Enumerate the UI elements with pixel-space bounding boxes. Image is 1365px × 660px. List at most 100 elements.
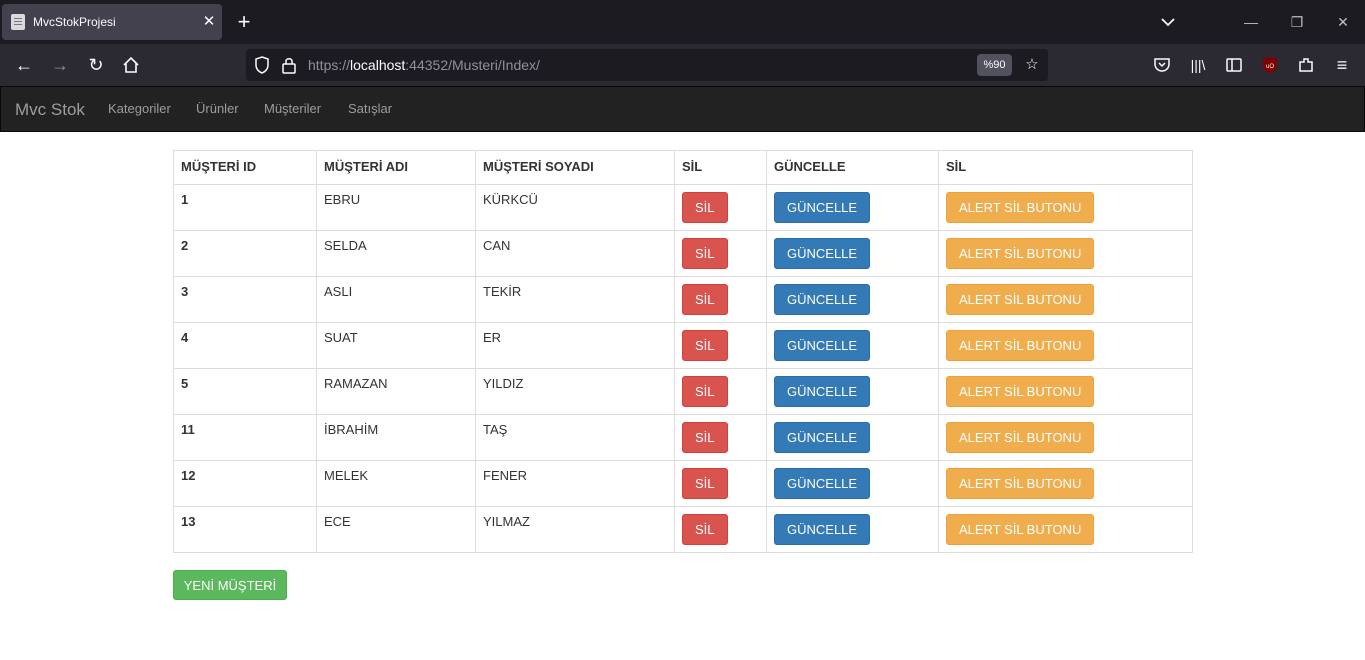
customer-id-cell: 12 bbox=[173, 460, 317, 507]
alert-delete-button[interactable]: ALERT SİL BUTONU bbox=[946, 192, 1095, 223]
update-cell: GÜNCELLE bbox=[766, 414, 939, 461]
customer-surname-cell: CAN bbox=[475, 230, 675, 277]
tracking-protection-icon[interactable] bbox=[252, 54, 272, 76]
customer-id-cell: 4 bbox=[173, 322, 317, 369]
table-row: 4 SUAT ER SİL GÜNCELLE ALERT SİL BUTONU bbox=[173, 322, 1193, 369]
new-tab-icon[interactable]: + bbox=[233, 10, 255, 34]
forward-icon[interactable]: → bbox=[49, 54, 71, 76]
alert-delete-button[interactable]: ALERT SİL BUTONU bbox=[946, 284, 1095, 315]
alert-delete-cell: ALERT SİL BUTONU bbox=[938, 414, 1193, 461]
close-window-icon[interactable]: ✕ bbox=[1333, 12, 1353, 32]
update-button[interactable]: GÜNCELLE bbox=[774, 468, 871, 499]
update-button[interactable]: GÜNCELLE bbox=[774, 376, 871, 407]
delete-button[interactable]: SİL bbox=[682, 514, 728, 545]
update-button[interactable]: GÜNCELLE bbox=[774, 422, 871, 453]
customer-id-cell: 2 bbox=[173, 230, 317, 277]
library-icon[interactable]: |||\ bbox=[1187, 54, 1209, 76]
zoom-level-badge[interactable]: %90 bbox=[977, 54, 1012, 76]
nav-link-urunler[interactable]: Ürünler bbox=[196, 101, 239, 116]
customer-surname-cell: KÜRKCÜ bbox=[475, 184, 675, 231]
alert-delete-cell: ALERT SİL BUTONU bbox=[938, 460, 1193, 507]
customer-name-cell: SUAT bbox=[316, 322, 476, 369]
alert-delete-cell: ALERT SİL BUTONU bbox=[938, 368, 1193, 415]
column-header-alert-delete: SİL bbox=[938, 150, 1193, 185]
customer-surname-cell: YILDIZ bbox=[475, 368, 675, 415]
customer-id-cell: 13 bbox=[173, 506, 317, 553]
list-all-tabs-icon[interactable] bbox=[1158, 12, 1178, 32]
table-row: 13 ECE YILMAZ SİL GÜNCELLE ALERT SİL BUTONU bbox=[173, 506, 1193, 553]
reload-icon[interactable]: ↻ bbox=[85, 54, 107, 76]
delete-button[interactable]: SİL bbox=[682, 192, 728, 223]
update-button[interactable]: GÜNCELLE bbox=[774, 238, 871, 269]
update-button[interactable]: GÜNCELLE bbox=[774, 284, 871, 315]
update-button[interactable]: GÜNCELLE bbox=[774, 192, 871, 223]
customer-surname-cell: YILMAZ bbox=[475, 506, 675, 553]
delete-cell: SİL bbox=[674, 506, 767, 553]
tab-title: MvcStokProjesi bbox=[33, 15, 116, 29]
alert-delete-cell: ALERT SİL BUTONU bbox=[938, 184, 1193, 231]
sidebar-icon[interactable] bbox=[1223, 54, 1245, 76]
delete-cell: SİL bbox=[674, 414, 767, 461]
address-bar[interactable]: https://localhost:44352/Musteri/Index/ %… bbox=[246, 49, 1048, 81]
table-header-row: MÜŞTERİ ID MÜŞTERİ ADI MÜŞTERİ SOYADI Sİ… bbox=[173, 150, 1193, 185]
home-icon[interactable] bbox=[120, 54, 142, 76]
delete-button[interactable]: SİL bbox=[682, 238, 728, 269]
delete-cell: SİL bbox=[674, 230, 767, 277]
ublock-origin-icon[interactable]: uO bbox=[1259, 54, 1281, 76]
update-button[interactable]: GÜNCELLE bbox=[774, 330, 871, 361]
minimize-window-icon[interactable]: — bbox=[1241, 12, 1261, 32]
new-customer-button[interactable]: YENİ MÜŞTERİ bbox=[173, 570, 287, 600]
delete-cell: SİL bbox=[674, 460, 767, 507]
column-header-surname: MÜŞTERİ SOYADI bbox=[475, 150, 675, 185]
nav-link-kategoriler[interactable]: Kategoriler bbox=[108, 101, 171, 116]
site-navbar: Mvc Stok Kategoriler Ürünler Müşteriler … bbox=[0, 86, 1365, 132]
column-header-name: MÜŞTERİ ADI bbox=[316, 150, 476, 185]
alert-delete-button[interactable]: ALERT SİL BUTONU bbox=[946, 376, 1095, 407]
bookmark-star-icon[interactable]: ☆ bbox=[1022, 54, 1042, 76]
site-brand[interactable]: Mvc Stok bbox=[15, 100, 85, 120]
close-tab-icon[interactable]: ✕ bbox=[201, 12, 217, 32]
customer-surname-cell: FENER bbox=[475, 460, 675, 507]
table-row: 3 ASLI TEKİR SİL GÜNCELLE ALERT SİL BUTONU bbox=[173, 276, 1193, 323]
delete-button[interactable]: SİL bbox=[682, 284, 728, 315]
update-cell: GÜNCELLE bbox=[766, 368, 939, 415]
column-header-update: GÜNCELLE bbox=[766, 150, 939, 185]
back-icon[interactable]: ← bbox=[13, 54, 35, 76]
delete-button[interactable]: SİL bbox=[682, 468, 728, 499]
alert-delete-button[interactable]: ALERT SİL BUTONU bbox=[946, 330, 1095, 361]
browser-tab[interactable]: MvcStokProjesi ✕ bbox=[2, 4, 222, 40]
update-cell: GÜNCELLE bbox=[766, 276, 939, 323]
update-button[interactable]: GÜNCELLE bbox=[774, 514, 871, 545]
svg-text:uO: uO bbox=[1266, 64, 1274, 70]
url-text: https://localhost:44352/Musteri/Index/ bbox=[308, 57, 540, 73]
alert-delete-cell: ALERT SİL BUTONU bbox=[938, 276, 1193, 323]
pocket-icon[interactable] bbox=[1151, 54, 1173, 76]
alert-delete-button[interactable]: ALERT SİL BUTONU bbox=[946, 238, 1095, 269]
nav-link-musteriler[interactable]: Müşteriler bbox=[264, 101, 321, 116]
delete-button[interactable]: SİL bbox=[682, 422, 728, 453]
lock-warning-icon[interactable] bbox=[279, 54, 299, 76]
customer-surname-cell: TEKİR bbox=[475, 276, 675, 323]
app-menu-icon[interactable]: ≡ bbox=[1331, 54, 1353, 76]
nav-link-satislar[interactable]: Satışlar bbox=[348, 101, 392, 116]
customer-name-cell: ASLI bbox=[316, 276, 476, 323]
table-row: 1 EBRU KÜRKCÜ SİL GÜNCELLE ALERT SİL BUTONU bbox=[173, 184, 1193, 231]
customer-name-cell: ECE bbox=[316, 506, 476, 553]
delete-button[interactable]: SİL bbox=[682, 330, 728, 361]
alert-delete-button[interactable]: ALERT SİL BUTONU bbox=[946, 468, 1095, 499]
column-header-delete: SİL bbox=[674, 150, 767, 185]
customer-name-cell: SELDA bbox=[316, 230, 476, 277]
customer-name-cell: RAMAZAN bbox=[316, 368, 476, 415]
alert-delete-cell: ALERT SİL BUTONU bbox=[938, 506, 1193, 553]
alert-delete-button[interactable]: ALERT SİL BUTONU bbox=[946, 422, 1095, 453]
customer-name-cell: EBRU bbox=[316, 184, 476, 231]
extensions-icon[interactable] bbox=[1295, 54, 1317, 76]
browser-toolbar: ← → ↻ https://localhost:44352/Musteri/In… bbox=[0, 44, 1365, 86]
update-cell: GÜNCELLE bbox=[766, 230, 939, 277]
delete-button[interactable]: SİL bbox=[682, 376, 728, 407]
customer-id-cell: 11 bbox=[173, 414, 317, 461]
restore-window-icon[interactable]: ❐ bbox=[1287, 12, 1307, 32]
customer-id-cell: 5 bbox=[173, 368, 317, 415]
alert-delete-button[interactable]: ALERT SİL BUTONU bbox=[946, 514, 1095, 545]
customer-surname-cell: TAŞ bbox=[475, 414, 675, 461]
